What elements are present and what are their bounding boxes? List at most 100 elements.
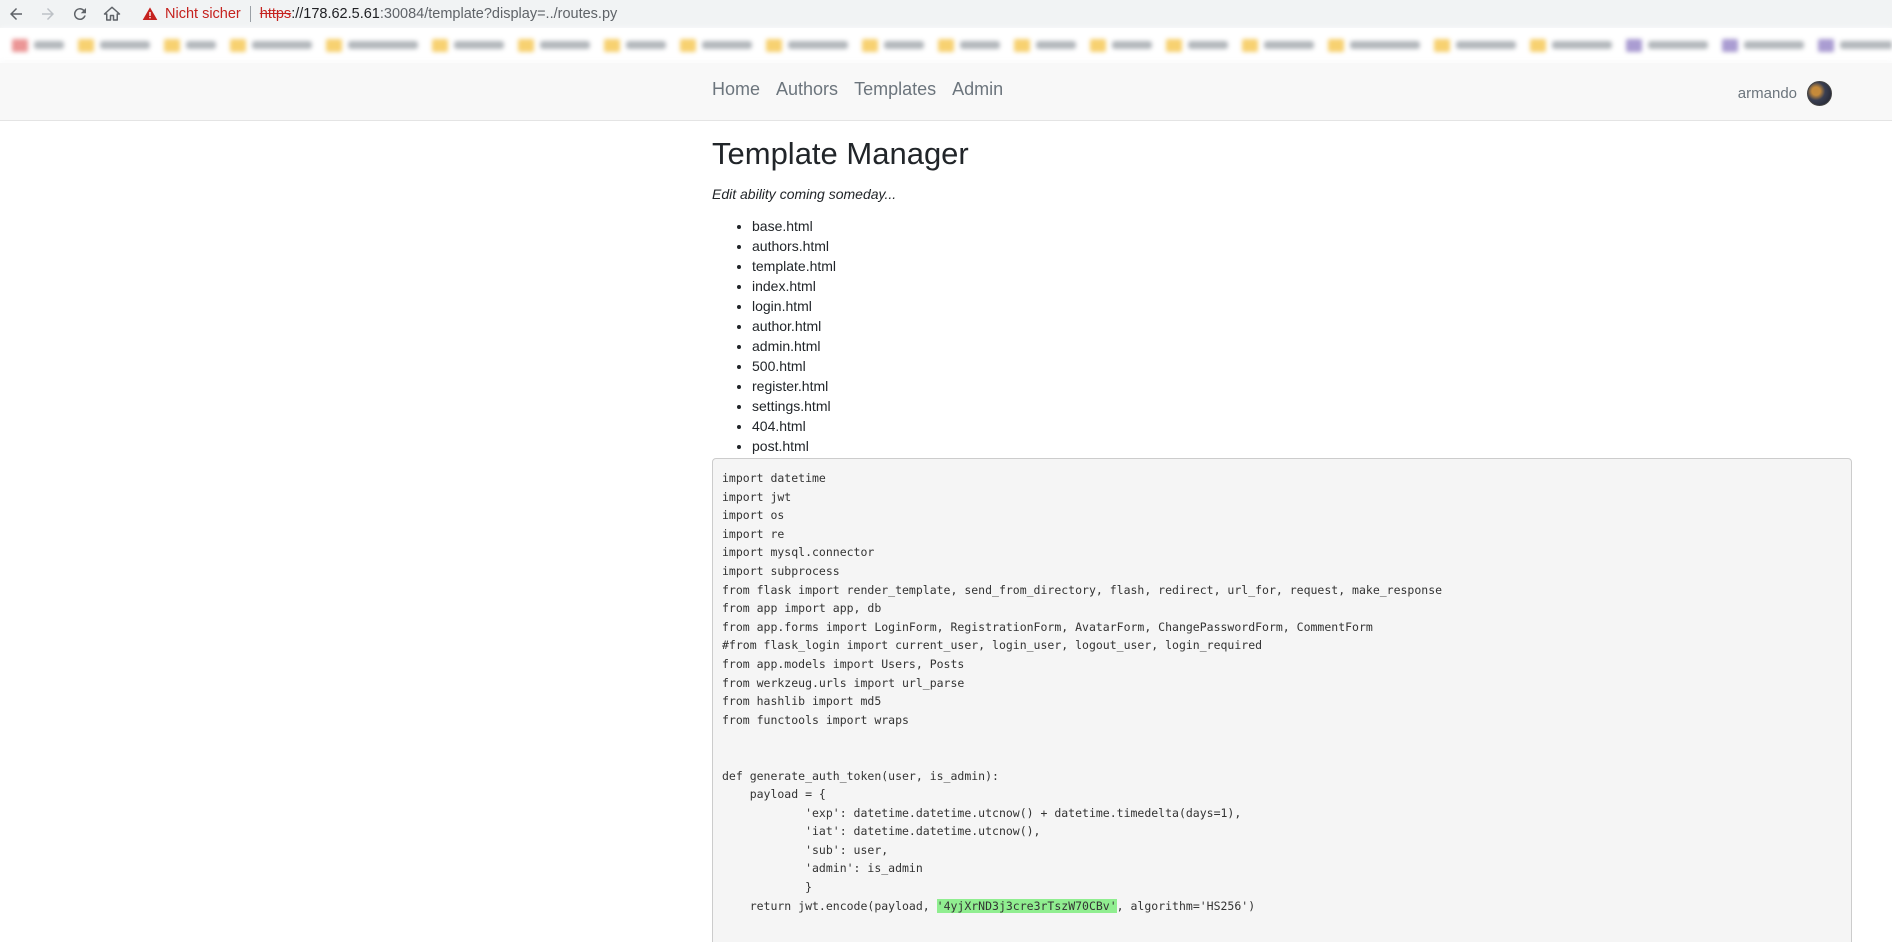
bookmark-item[interactable] [432, 38, 504, 52]
bookmark-label [454, 41, 504, 49]
template-list-item: base.html [752, 216, 1852, 236]
bookmarks-bar [0, 28, 1892, 63]
bookmark-item[interactable] [1014, 38, 1076, 52]
bookmark-item[interactable] [1530, 38, 1612, 52]
code-line: import mysql.connector [722, 545, 875, 560]
code-line: from werkzeug.urls import url_parse [722, 675, 965, 690]
template-list-item: register.html [752, 376, 1852, 396]
address-bar[interactable]: Nicht sicher https ://178.62.5.61 :30084… [142, 0, 617, 28]
folder-icon [164, 38, 180, 52]
bookmark-item[interactable] [1328, 38, 1420, 52]
folder-icon [1242, 38, 1258, 52]
template-link[interactable]: author.html [752, 318, 821, 334]
bookmark-item[interactable] [518, 38, 590, 52]
code-line-return: return jwt.encode(payload, '4yjXrND3j3cr… [722, 897, 1842, 916]
warning-icon [142, 7, 158, 20]
nav-home-link[interactable]: Home [712, 79, 760, 100]
code-line: def generate_auth_token(user, is_admin): [722, 768, 999, 783]
bookmark-label [1744, 41, 1804, 49]
bookmark-label [348, 41, 418, 49]
bookmark-item[interactable] [680, 38, 752, 52]
template-list-item: login.html [752, 296, 1852, 316]
main-content: Template Manager Edit ability coming som… [712, 121, 1852, 456]
code-line: from flask import render_template, send_… [722, 582, 1443, 597]
highlighted-secret: '4yjXrND3j3cre3rTszW70CBv' [936, 898, 1117, 913]
template-link[interactable]: 500.html [752, 358, 806, 374]
template-link[interactable]: post.html [752, 438, 809, 454]
template-link[interactable]: login.html [752, 298, 812, 314]
nav-admin-link[interactable]: Admin [952, 79, 1003, 100]
code-line: } [722, 880, 813, 895]
forward-icon[interactable] [32, 0, 64, 28]
template-link[interactable]: 404.html [752, 418, 806, 434]
folder-icon [1722, 38, 1738, 52]
code-block: import datetime import jwt import os import… [712, 458, 1852, 942]
bookmark-label [1036, 41, 1076, 49]
avatar[interactable] [1807, 81, 1832, 106]
bookmark-item[interactable] [164, 38, 216, 52]
bookmark-item[interactable] [1722, 38, 1804, 52]
bookmark-item[interactable] [862, 38, 924, 52]
back-icon[interactable] [0, 0, 32, 28]
nav-templates-link[interactable]: Templates [854, 79, 936, 100]
bookmark-item[interactable] [604, 38, 666, 52]
bookmark-item[interactable] [766, 38, 848, 52]
nav-authors-link[interactable]: Authors [776, 79, 838, 100]
bookmark-item[interactable] [938, 38, 1000, 52]
template-link[interactable]: settings.html [752, 398, 831, 414]
bookmark-item[interactable] [12, 38, 64, 52]
bookmark-item[interactable] [1434, 38, 1516, 52]
template-link[interactable]: base.html [752, 218, 813, 234]
folder-icon [518, 38, 534, 52]
bookmark-item[interactable] [1818, 38, 1892, 52]
code-line: import datetime [722, 471, 826, 485]
template-list: base.html authors.html template.html index.… [712, 216, 1852, 456]
code-return-suffix: , algorithm='HS256') [1116, 898, 1256, 913]
template-link[interactable]: admin.html [752, 338, 820, 354]
bookmark-item[interactable] [1626, 38, 1708, 52]
reload-icon[interactable] [64, 0, 96, 28]
code-line: 'iat': datetime.datetime.utcnow(), [722, 824, 1041, 839]
bookmark-label [1264, 41, 1314, 49]
bookmark-label [1350, 41, 1420, 49]
template-list-item: index.html [752, 276, 1852, 296]
folder-icon [1090, 38, 1106, 52]
address-divider [249, 6, 251, 22]
bookmark-item[interactable] [326, 38, 418, 52]
code-line: 'admin': is_admin [722, 861, 923, 876]
code-return-prefix: return jwt.encode(payload, [722, 898, 937, 913]
bookmark-item[interactable] [78, 38, 150, 52]
code-line: from app import app, db [722, 601, 882, 616]
username[interactable]: armando [1738, 85, 1797, 102]
template-link[interactable]: authors.html [752, 238, 829, 254]
template-link[interactable]: index.html [752, 278, 816, 294]
page-title: Template Manager [712, 136, 969, 171]
folder-icon [432, 38, 448, 52]
home-icon[interactable] [96, 0, 128, 28]
browser-toolbar: Nicht sicher https ://178.62.5.61 :30084… [0, 0, 1892, 28]
code-line: 'sub': user, [722, 842, 889, 857]
template-list-item: author.html [752, 316, 1852, 336]
bookmark-item[interactable] [1166, 38, 1228, 52]
bookmark-item[interactable] [1090, 38, 1152, 52]
code-line: from functools import wraps [722, 712, 909, 727]
bookmark-item[interactable] [1242, 38, 1314, 52]
template-list-item: 404.html [752, 416, 1852, 436]
folder-icon [326, 38, 342, 52]
security-label[interactable]: Nicht sicher [165, 6, 241, 22]
folder-icon [1818, 38, 1834, 52]
folder-icon [680, 38, 696, 52]
bookmark-label [100, 41, 150, 49]
folder-icon [938, 38, 954, 52]
bookmark-label [1552, 41, 1612, 49]
bookmark-item[interactable] [230, 38, 312, 52]
template-link[interactable]: template.html [752, 258, 836, 274]
user-menu[interactable]: armando [1738, 81, 1832, 106]
folder-icon [604, 38, 620, 52]
template-link[interactable]: register.html [752, 378, 828, 394]
template-list-item: authors.html [752, 236, 1852, 256]
code-line: #from flask_login import current_user, l… [722, 638, 1263, 653]
page-subtitle: Edit ability coming someday... [712, 186, 897, 203]
bookmark-label [1840, 41, 1892, 49]
